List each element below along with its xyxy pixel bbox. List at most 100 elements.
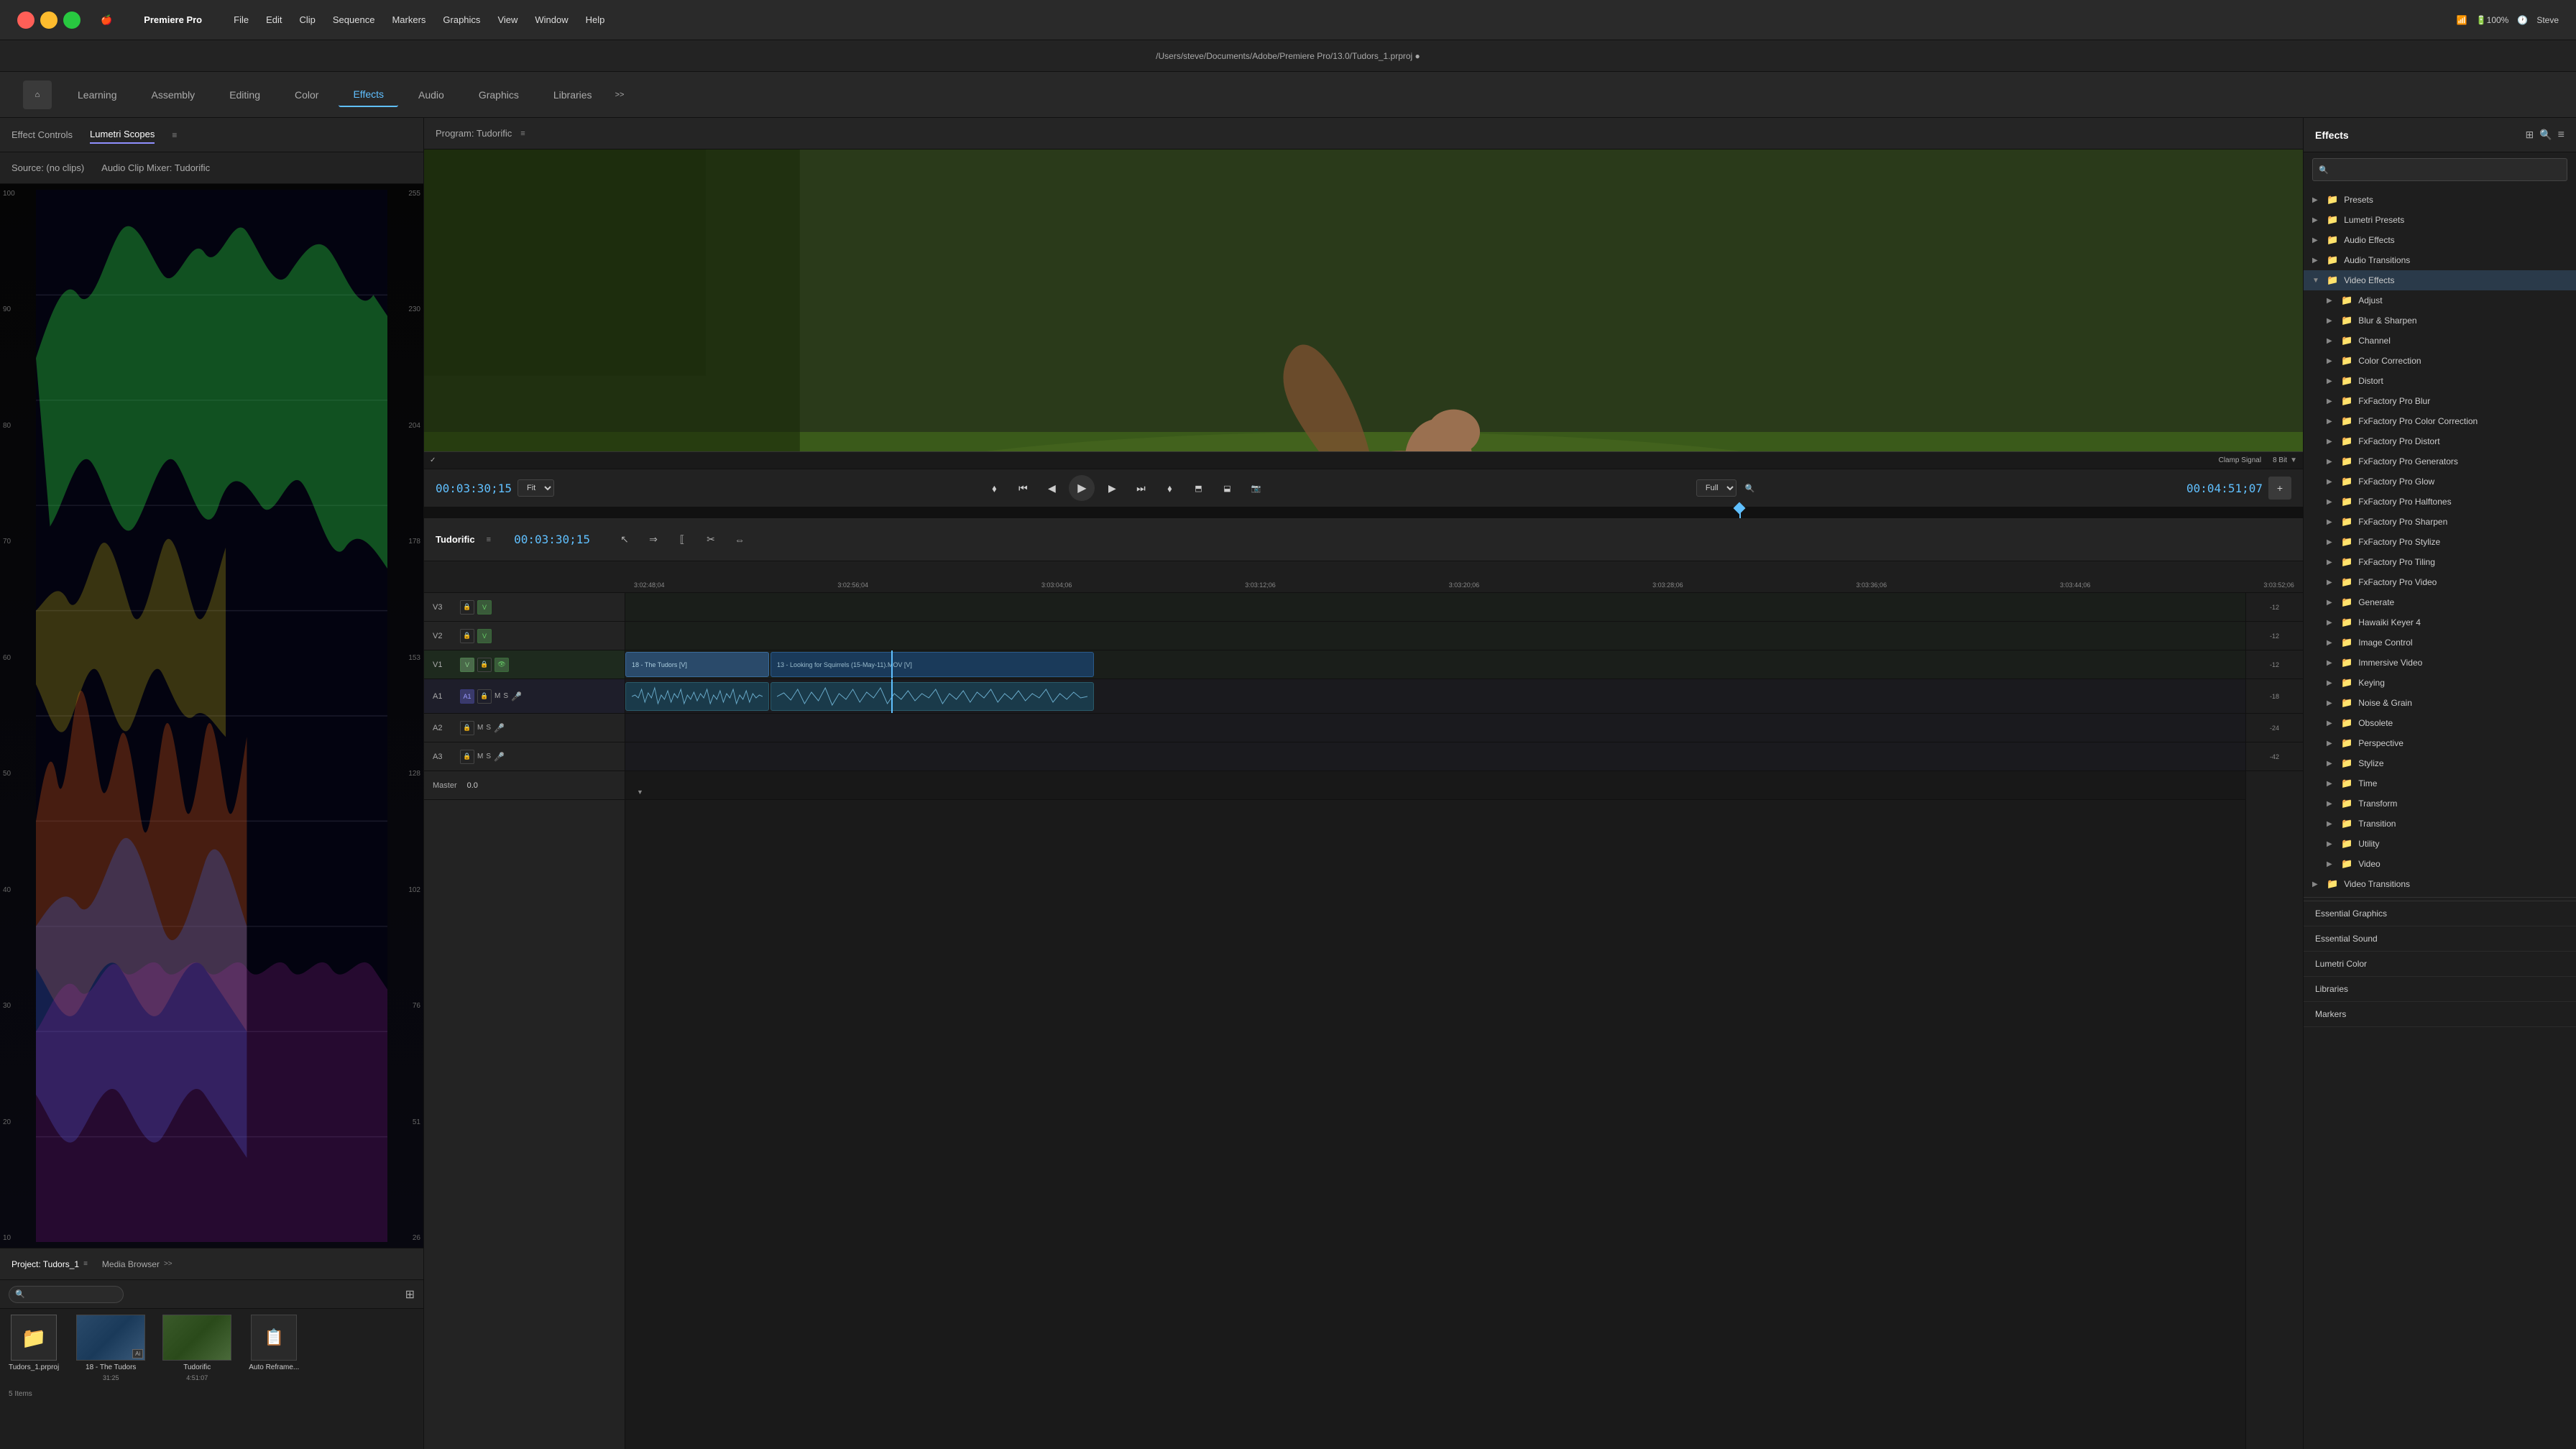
tab-lumetri-scopes[interactable]: Lumetri Scopes [90,126,155,144]
tab-audio-clip-mixer[interactable]: Audio Clip Mixer: Tudorific [101,160,210,176]
v3-eye[interactable]: V [477,600,492,615]
step-forward-button[interactable]: ▶ [1100,477,1123,500]
effects-search-input[interactable] [2333,165,2561,175]
a3-s[interactable]: S [486,753,491,760]
tree-item-color-correction[interactable]: ▶ 📁 Color Correction [2304,351,2576,371]
effects-menu-button[interactable]: ≡ [2558,129,2564,142]
overwrite-button[interactable]: ⬓ [1215,477,1238,500]
tab-effect-controls[interactable]: Effect Controls [12,126,73,143]
v1-lock[interactable]: 🔒 [477,658,492,672]
tree-item-image-control[interactable]: ▶ 📁 Image Control [2304,632,2576,653]
a2-controls[interactable]: 🔒 M S 🎤 [460,721,505,735]
go-to-in-button[interactable]: ⏮ [1011,477,1034,500]
project-search-input[interactable] [28,1290,117,1299]
v3-lock[interactable]: 🔒 [460,600,474,615]
tree-item-audio-effects[interactable]: ▶ 📁 Audio Effects [2304,230,2576,250]
go-to-out-button[interactable]: ⏭ [1129,477,1152,500]
v1-clip-2[interactable]: 13 - Looking for Squirrels (15-May-11).M… [770,652,1094,677]
menu-edit[interactable]: Edit [266,14,282,25]
tree-item-fxfactory-generators[interactable]: ▶ 📁 FxFactory Pro Generators [2304,451,2576,472]
tree-item-noise-grain[interactable]: ▶ 📁 Noise & Grain [2304,693,2576,713]
v2-eye[interactable]: V [477,629,492,643]
menu-clip[interactable]: Clip [299,14,315,25]
ws-tab-color[interactable]: Color [280,83,333,106]
tree-item-video-effects[interactable]: ▼ 📁 Video Effects [2304,270,2576,290]
a2-s[interactable]: S [486,724,491,732]
minimize-button[interactable] [40,12,58,29]
razor-tool[interactable]: ✂ [699,528,722,551]
tree-item-time[interactable]: ▶ 📁 Time [2304,773,2576,794]
new-bin-button[interactable]: ⊞ [2525,129,2534,142]
tree-item-immersive-video[interactable]: ▶ 📁 Immersive Video [2304,653,2576,673]
a1-controls[interactable]: A1 🔒 M S 🎤 [460,689,522,704]
tree-item-keying[interactable]: ▶ 📁 Keying [2304,673,2576,693]
menu-bar[interactable]: File Edit Clip Sequence Markers Graphics… [234,14,604,25]
tree-item-fxfactory-glow[interactable]: ▶ 📁 FxFactory Pro Glow [2304,472,2576,492]
tab-media-browser[interactable]: Media Browser >> [102,1259,172,1269]
tree-item-video[interactable]: ▶ 📁 Video [2304,854,2576,874]
fit-dropdown[interactable]: Fit [518,479,554,497]
close-button[interactable] [17,12,34,29]
a1-track-row[interactable] [625,679,2303,714]
ws-tab-learning[interactable]: Learning [63,83,132,106]
tree-item-fxfactory-video[interactable]: ▶ 📁 FxFactory Pro Video [2304,572,2576,592]
a2-mic[interactable]: 🎤 [494,723,505,733]
v1-controls[interactable]: V 🔒 👁 [460,658,509,672]
a1-lock[interactable]: 🔒 [477,689,492,704]
menu-help[interactable]: Help [586,14,605,25]
mark-in-button[interactable]: ⬧ [983,477,1006,500]
v2-controls[interactable]: 🔒 V [460,629,492,643]
tree-item-blur-sharpen[interactable]: ▶ 📁 Blur & Sharpen [2304,310,2576,331]
ws-tab-editing[interactable]: Editing [215,83,275,106]
a2-m[interactable]: M [477,724,483,732]
a3-lock[interactable]: 🔒 [460,750,474,764]
v2-lock[interactable]: 🔒 [460,629,474,643]
program-scrubber[interactable] [424,507,2303,518]
a1-clip-1[interactable] [625,682,769,711]
v3-track-row[interactable] [625,593,2303,622]
lumetri-color-item[interactable]: Lumetri Color [2304,952,2576,977]
tree-item-distort[interactable]: ▶ 📁 Distort [2304,371,2576,391]
clamp-checkbox[interactable]: ✓ [430,456,436,464]
tree-item-fxfactory-distort[interactable]: ▶ 📁 FxFactory Pro Distort [2304,431,2576,451]
track-select-tool[interactable]: ⇒ [642,528,665,551]
ws-tab-effects[interactable]: Effects [339,83,398,107]
tree-item-generate[interactable]: ▶ 📁 Generate [2304,592,2576,612]
tree-item-fxfactory-color-correction[interactable]: ▶ 📁 FxFactory Pro Color Correction [2304,411,2576,431]
workspace-more-button[interactable]: >> [615,91,625,99]
v1-track-row[interactable]: 18 - The Tudors [V] 13 - Looking for Squ… [625,650,2303,679]
tree-item-fxfactory-tiling[interactable]: ▶ 📁 FxFactory Pro Tiling [2304,552,2576,572]
media-browser-icon[interactable]: >> [164,1260,172,1268]
add-button[interactable]: + [2268,477,2291,500]
ws-tab-graphics[interactable]: Graphics [464,83,533,106]
tree-item-fxfactory-halftones[interactable]: ▶ 📁 FxFactory Pro Halftones [2304,492,2576,512]
scrubber-bar[interactable] [424,507,2303,518]
mac-traffic-lights[interactable] [17,12,80,29]
a3-m[interactable]: M [477,753,483,760]
mark-out-button[interactable]: ⬧ [1158,477,1181,500]
selection-tool[interactable]: ↖ [613,528,636,551]
tree-item-audio-transitions[interactable]: ▶ 📁 Audio Transitions [2304,250,2576,270]
tree-item-fxfactory-blur[interactable]: ▶ 📁 FxFactory Pro Blur [2304,391,2576,411]
a1-target[interactable]: A1 [460,689,474,704]
tree-item-hawaiki[interactable]: ▶ 📁 Hawaiki Keyer 4 [2304,612,2576,632]
a2-lock[interactable]: 🔒 [460,721,474,735]
markers-item[interactable]: Markers [2304,1002,2576,1027]
tab-project[interactable]: Project: Tudors_1 ≡ [12,1259,88,1269]
quality-dropdown[interactable]: Full [1696,479,1736,497]
project-item-folder[interactable]: 📁 Tudors_1.prproj [9,1315,59,1371]
a2-track-row[interactable] [625,714,2303,742]
maximize-button[interactable] [63,12,80,29]
tree-item-utility[interactable]: ▶ 📁 Utility [2304,834,2576,854]
left-panel-tabs[interactable]: Effect Controls Lumetri Scopes ≡ [0,118,423,152]
project-panel-tabs[interactable]: Project: Tudors_1 ≡ Media Browser >> [0,1248,423,1280]
current-timecode[interactable]: 00:03:30;15 [436,482,512,495]
tab-hamburger-icon[interactable]: ≡ [172,130,177,140]
project-item-auto-reframe[interactable]: 📋 Auto Reframe... [249,1315,299,1371]
menu-sequence[interactable]: Sequence [333,14,375,25]
essential-graphics-item[interactable]: Essential Graphics [2304,901,2576,926]
menu-graphics[interactable]: Graphics [443,14,480,25]
bit-depth-dropdown[interactable]: ▼ [2290,456,2297,464]
tree-item-transition[interactable]: ▶ 📁 Transition [2304,814,2576,834]
v2-track-row[interactable] [625,622,2303,650]
